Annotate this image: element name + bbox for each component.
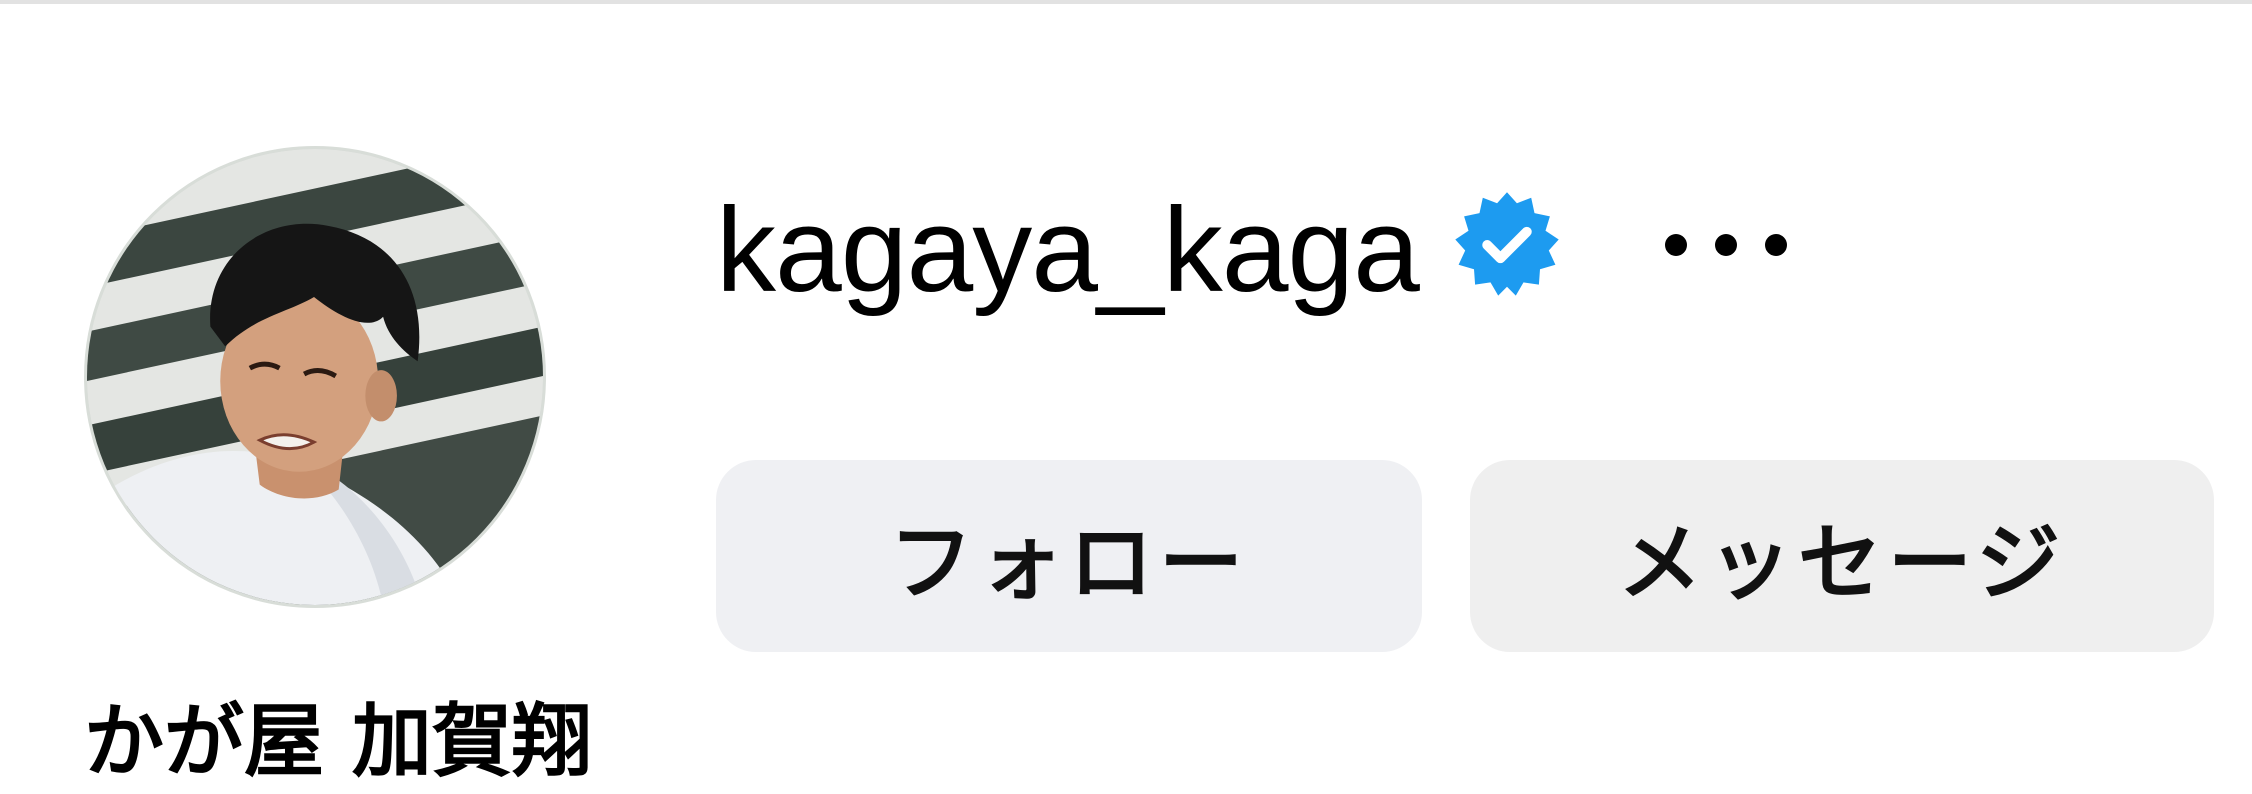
top-divider	[0, 0, 2252, 4]
avatar-image	[87, 149, 543, 605]
verified-badge-icon	[1452, 190, 1562, 300]
message-button[interactable]: メッセージ	[1470, 460, 2214, 652]
more-options-icon[interactable]	[1656, 210, 1796, 280]
username: kagaya_kaga	[716, 183, 1420, 317]
avatar[interactable]	[84, 146, 546, 608]
follow-button[interactable]: フォロー	[716, 460, 1422, 652]
display-name: かが屋 加賀翔	[84, 695, 592, 788]
